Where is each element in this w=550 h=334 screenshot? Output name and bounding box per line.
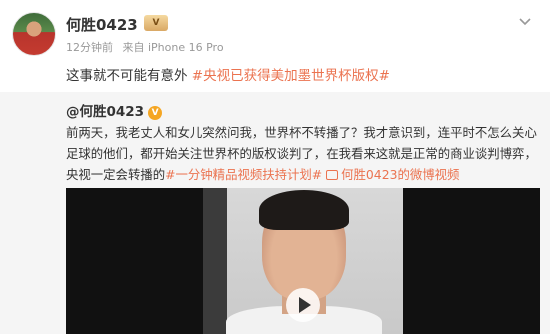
- post-author[interactable]: 何胜0423: [66, 14, 138, 35]
- repost-author: @何胜0423 V: [66, 100, 163, 120]
- repost-line-1: 前两天，我老丈人和女儿突然问我，世界杯不转播了？我才意识到，连平时不怎么关心: [66, 125, 537, 140]
- post-text: 这事就不可能有意外 #央视已获得美加墨世界杯版权#: [66, 64, 390, 84]
- post-header: 何胜0423 V 12分钟前 来自 iPhone 16 Pro: [12, 12, 538, 60]
- repost-author-name[interactable]: @何胜0423: [66, 104, 144, 120]
- repost-box[interactable]: @何胜0423 V 前两天，我老丈人和女儿突然问我，世界杯不转播了？我才意识到，连…: [0, 92, 550, 334]
- post-time[interactable]: 12分钟前: [66, 41, 113, 54]
- avatar[interactable]: [12, 12, 56, 56]
- repost-topic-link[interactable]: #一分钟精品视频扶持计划#: [165, 167, 322, 182]
- video-background-shelf: [203, 188, 227, 334]
- post-source: 来自 iPhone 16 Pro: [122, 41, 224, 54]
- video-link-label: 何胜0423的微博视频: [341, 167, 460, 182]
- video-link[interactable]: 何胜0423的微博视频: [326, 167, 459, 182]
- video-player[interactable]: [66, 188, 540, 334]
- vip-badge[interactable]: V: [144, 15, 168, 31]
- play-icon[interactable]: [286, 288, 320, 322]
- video-link-icon: [326, 170, 339, 180]
- repost-line-3: 央视一定会转播的#一分钟精品视频扶持计划# 何胜0423的微博视频: [66, 164, 540, 185]
- repost-text: 前两天，我老丈人和女儿突然问我，世界杯不转播了？我才意识到，连平时不怎么关心 足…: [66, 122, 540, 185]
- topic-link[interactable]: #央视已获得美加墨世界杯版权#: [192, 68, 390, 84]
- post-meta: 12分钟前 来自 iPhone 16 Pro: [66, 39, 230, 55]
- chevron-down-icon[interactable]: [516, 12, 534, 30]
- repost-line-3-plain: 央视一定会转播的: [66, 167, 166, 182]
- verified-badge: V: [148, 106, 163, 120]
- video-person-hair: [259, 190, 349, 230]
- repost-line-2: 足球的他们，都开始关注世界杯的版权谈判了，在我看来这就是正常的商业谈判博弈，: [66, 146, 537, 161]
- post-text-plain: 这事就不可能有意外: [66, 68, 188, 84]
